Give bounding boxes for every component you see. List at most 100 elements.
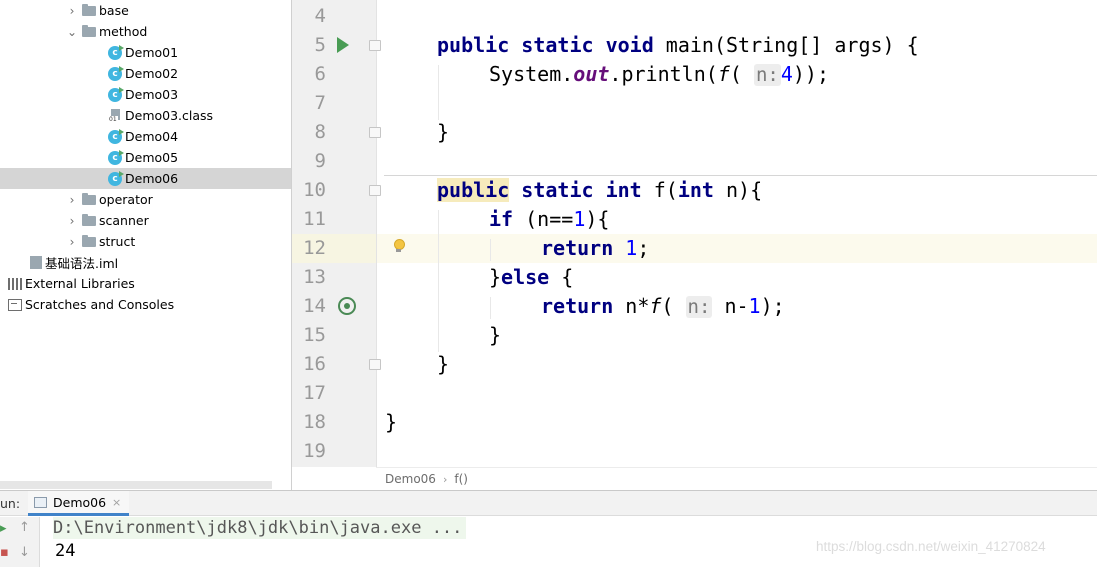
code-text: );: [760, 294, 785, 318]
chevron-right-icon[interactable]: ›: [66, 235, 78, 249]
line-number: 16: [303, 353, 326, 375]
code-text: ));: [792, 62, 829, 86]
keyword: if: [489, 207, 514, 231]
line-number: 10: [303, 179, 326, 201]
code-text: (: [661, 294, 674, 318]
breadcrumb-separator-icon: ›: [442, 472, 448, 486]
tree-item-label: operator: [99, 192, 153, 207]
tree-item-label: Demo06: [125, 171, 179, 186]
keyword: public: [437, 33, 510, 57]
code-text: ;: [637, 236, 650, 260]
line-number: 17: [303, 382, 326, 404]
number-literal: 1: [573, 207, 586, 231]
console-command-line: D:\Environment\jdk8\jdk\bin\java.exe ...: [53, 517, 467, 539]
static-field: out: [573, 62, 610, 86]
number-literal: 1: [748, 294, 761, 318]
folder-icon: [82, 213, 96, 226]
arrow-down-icon[interactable]: ↓: [19, 545, 30, 560]
fold-icon[interactable]: [369, 359, 381, 370]
java-class-icon: c: [108, 149, 124, 165]
java-class-icon: c: [108, 128, 124, 144]
command-text: D:\Environment\jdk8\jdk\bin\java.exe ...: [53, 518, 463, 538]
tree-item-struct[interactable]: › struct: [0, 231, 291, 252]
fold-icon[interactable]: [369, 127, 381, 138]
breadcrumb: Demo06 › f(): [376, 467, 1097, 490]
tree-item-external-libraries[interactable]: External Libraries: [0, 273, 291, 294]
number-literal: 4: [780, 62, 793, 86]
code-line-14: return n*f( n: n-1);: [541, 292, 785, 321]
tree-item-demo03[interactable]: c Demo03: [0, 84, 291, 105]
line-number: 9: [314, 150, 326, 172]
fold-icon[interactable]: [369, 40, 381, 51]
folder-icon: [82, 3, 96, 16]
code-text: (n==: [513, 207, 574, 231]
tree-item-scanner[interactable]: › scanner: [0, 210, 291, 231]
method-call: f: [649, 294, 662, 318]
rerun-icon[interactable]: ▸: [0, 521, 7, 536]
keyword: else: [501, 265, 550, 289]
chevron-right-icon[interactable]: ›: [66, 4, 78, 18]
scratches-icon: [8, 298, 22, 311]
tree-item-iml[interactable]: 基础语法.iml: [0, 252, 291, 273]
line-number: 6: [314, 63, 326, 85]
tree-item-label: 基础语法.iml: [45, 256, 119, 271]
project-tree: › base ⌄ method c Demo01 c Demo02 c Demo…: [0, 0, 291, 490]
code-line-11: if (n==1){: [489, 205, 609, 234]
parameter-hint: n:: [753, 64, 781, 86]
code-line-13: }else {: [489, 263, 573, 292]
close-icon[interactable]: ×: [112, 496, 121, 509]
code-text: main(String[] args) {: [653, 33, 919, 57]
library-icon: [8, 277, 22, 290]
tree-item-operator[interactable]: › operator: [0, 189, 291, 210]
horizontal-scrollbar[interactable]: [0, 481, 272, 489]
chevron-down-icon[interactable]: ⌄: [66, 25, 78, 39]
code-line-5: public static void main(String[] args) {: [437, 31, 919, 60]
java-class-icon: c: [108, 65, 124, 81]
line-number: 19: [303, 440, 326, 462]
line-number: 15: [303, 324, 326, 346]
keyword: int: [677, 178, 714, 202]
line-number: 4: [314, 5, 326, 27]
run-tab-label: Demo06: [53, 494, 107, 510]
tree-item-scratches[interactable]: Scratches and Consoles: [0, 294, 291, 315]
run-side-toolbar: ▸ ↑ ▪ ↓: [0, 517, 40, 567]
line-number: 14: [303, 295, 326, 317]
tree-item-method[interactable]: ⌄ method: [0, 21, 291, 42]
line-number: 18: [303, 411, 326, 433]
breadcrumb-item-method[interactable]: f(): [454, 472, 468, 486]
tree-item-demo03-class[interactable]: Demo03.class: [0, 105, 291, 126]
stop-icon[interactable]: ▪: [0, 545, 9, 560]
code-line-6: System.out.println(f( n: 4));: [489, 60, 829, 89]
watermark: https://blog.csdn.net/weixin_41270824: [816, 539, 1046, 554]
class-file-icon: [108, 108, 122, 123]
keyword: return: [541, 294, 614, 318]
arrow-up-icon[interactable]: ↑: [19, 520, 30, 535]
current-line-highlight: [292, 234, 1097, 263]
tree-item-label: Scratches and Consoles: [25, 297, 175, 312]
breadcrumb-item-class[interactable]: Demo06: [385, 472, 436, 486]
chevron-right-icon[interactable]: ›: [66, 193, 78, 207]
tree-item-demo04[interactable]: c Demo04: [0, 126, 291, 147]
indent-guide: [490, 239, 491, 261]
tree-item-demo06[interactable]: c Demo06: [0, 168, 291, 189]
chevron-right-icon[interactable]: ›: [66, 214, 78, 228]
code-text: }: [489, 265, 502, 289]
keyword: public: [437, 178, 510, 202]
lightbulb-icon[interactable]: [393, 239, 405, 253]
code-line-15: }: [489, 323, 502, 347]
tree-item-base[interactable]: › base: [0, 0, 291, 21]
run-icon[interactable]: [337, 37, 349, 53]
tree-item-demo02[interactable]: c Demo02: [0, 63, 291, 84]
recursive-call-icon: [338, 297, 356, 315]
tree-item-label: method: [99, 24, 148, 39]
tree-item-demo05[interactable]: c Demo05: [0, 147, 291, 168]
line-number: 11: [303, 208, 326, 230]
tree-item-label: Demo03.class: [125, 108, 214, 123]
code-editor[interactable]: 4 5 6 7 8 9 10 11 12 13 14 15 16 17 18 1…: [292, 0, 1097, 490]
run-tab-demo06[interactable]: Demo06 ×: [28, 491, 130, 516]
code-text: System.: [489, 62, 574, 86]
run-toolbar: un: Demo06 ×: [0, 491, 1097, 516]
fold-icon[interactable]: [369, 185, 381, 196]
tree-item-demo01[interactable]: c Demo01: [0, 42, 291, 63]
keyword: return: [541, 236, 614, 260]
